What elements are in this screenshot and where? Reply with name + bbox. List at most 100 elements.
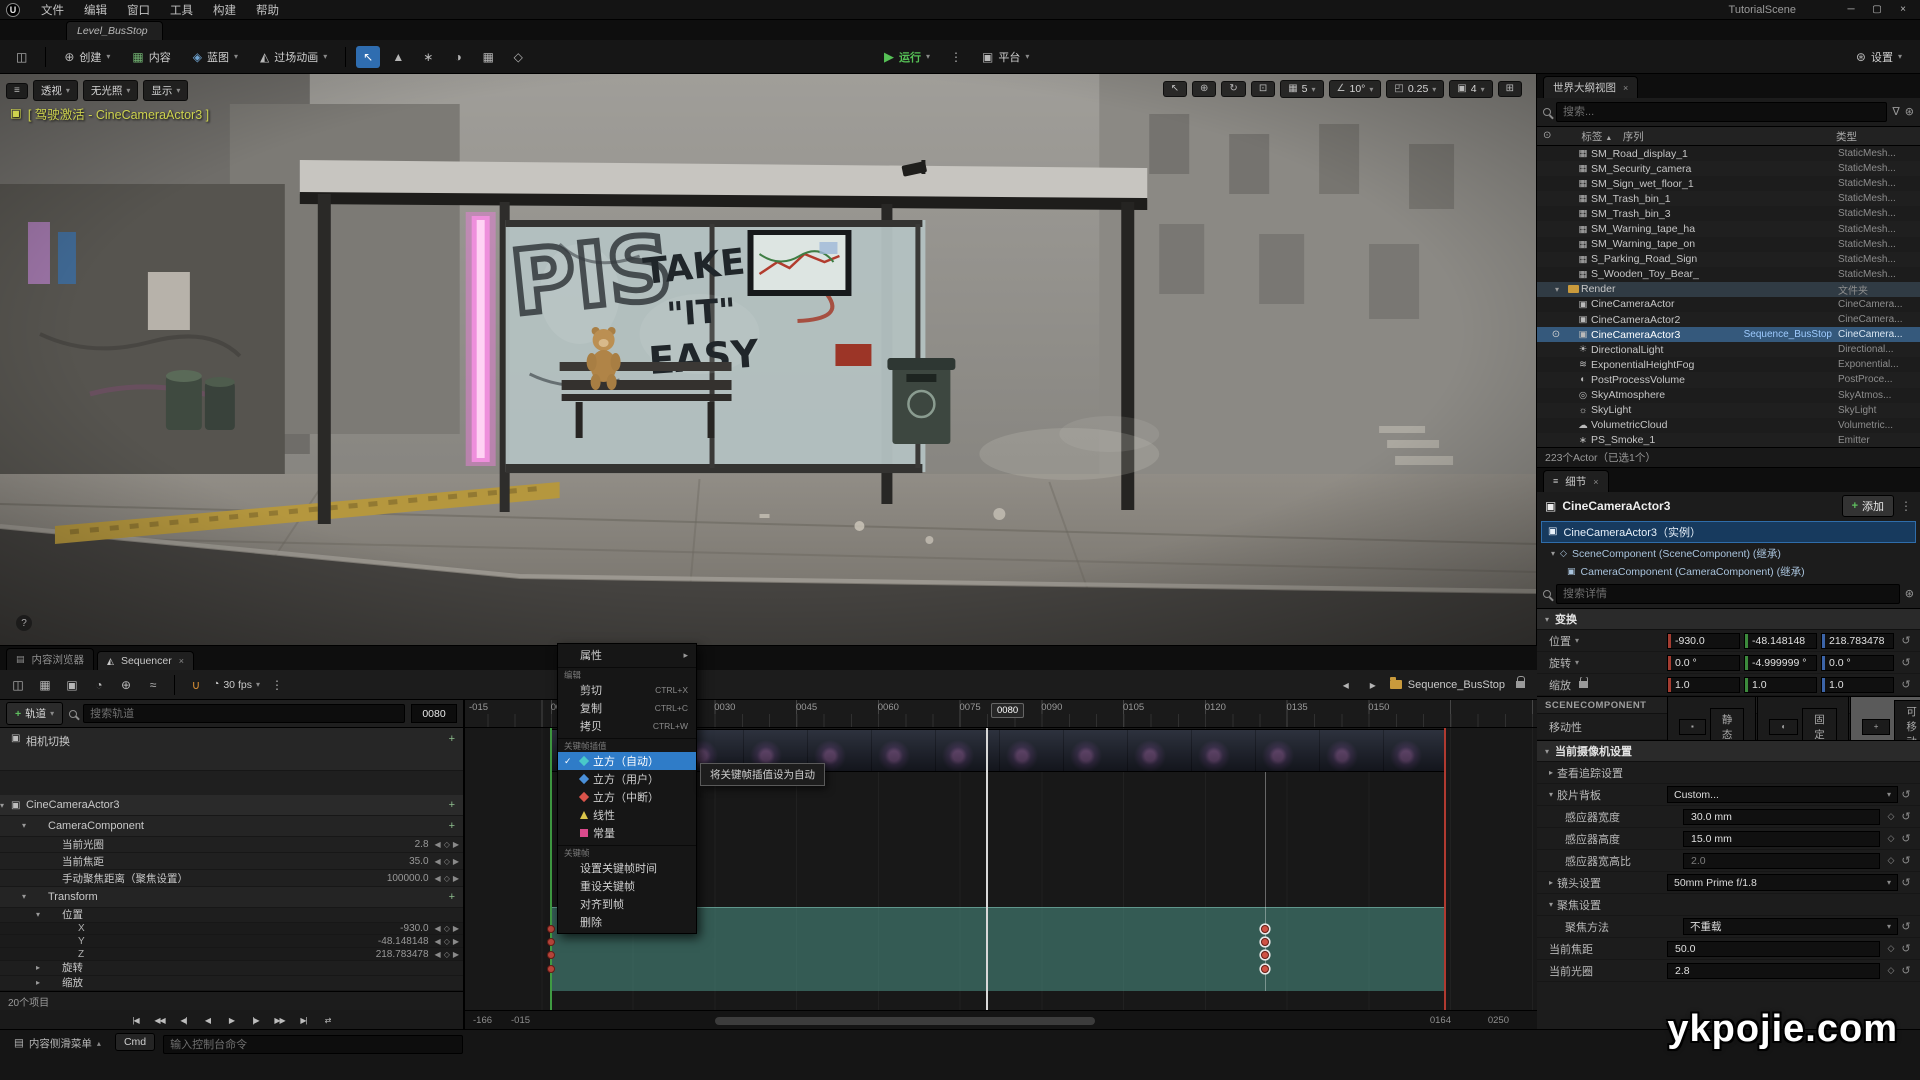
transport-button[interactable]: |◀ [125,1012,147,1028]
selected-keyframe-dot[interactable] [1261,951,1269,959]
transport-button[interactable]: ▶▶ [269,1012,291,1028]
details-view-options-icon[interactable]: ⊛ [1905,589,1914,600]
section-current-camera-settings[interactable]: ▾当前摄像机设置 [1537,740,1920,762]
save-button[interactable]: ◫ [8,47,35,67]
play-button[interactable]: ▶运行▾ [876,45,938,69]
menu-item[interactable]: 帮助 [247,0,288,20]
outliner-row[interactable]: ▣ CineCameraActor2 CineCamera... [1537,312,1920,327]
sort-ascending-icon[interactable]: ▲ [1605,135,1612,142]
track-row[interactable]: ▣ CineCameraActor3 ◀◇▶ + [0,795,463,816]
context-item[interactable]: 拷贝 CTRL+W [558,717,696,735]
lookat-tracking-row[interactable]: ▸查看追踪设置 [1537,762,1920,784]
menu-item[interactable]: 编辑 [75,0,116,20]
context-item[interactable]: 剪切 CTRL+X [558,681,696,699]
working-range-start[interactable]: -166 [473,1015,492,1026]
track-row[interactable]: ▣ 相机切换 ◀◇▶ + [0,728,463,771]
reset-to-default-icon[interactable]: ↺ [1898,810,1914,823]
keyframe-dot[interactable] [547,951,555,959]
reset-to-default-icon[interactable]: ↺ [1898,942,1914,955]
context-item-interpolation[interactable]: 常量 [558,824,696,842]
outliner-row[interactable]: ◐ PostProcessVolume PostProce... [1537,372,1920,387]
track-row[interactable]: Transform ◀◇▶ + [0,887,463,908]
details-options-kebab-icon[interactable]: ⋮ [1900,500,1912,512]
prev-key-icon[interactable]: ◀ [435,950,441,959]
outliner-row[interactable]: ☼ SkyLight SkyLight [1537,403,1920,418]
viewport-perspective-button[interactable]: 透视▾ [33,80,78,101]
filmback-preset-dropdown[interactable]: Custom...▾ [1667,786,1898,803]
track-row[interactable]: 位置 ◀◇▶ + [0,908,463,923]
close-icon[interactable]: × [179,656,184,666]
component-row-scene[interactable]: ▾ ◇ SceneComponent (SceneComponent) (继承) [1537,544,1920,562]
outliner-row[interactable]: ▦ SM_Trash_bin_1 StaticMesh... [1537,191,1920,206]
prev-key-icon[interactable]: ◀ [435,924,441,933]
add-key-icon[interactable]: ◇ [444,874,450,883]
current-focal-length-field[interactable]: 50.0 [1667,941,1880,957]
collapsed-caret-icon[interactable]: ▸ [1549,878,1553,887]
outliner-settings-icon[interactable]: ⊛ [1905,107,1914,118]
track-value[interactable]: 100000.0 [387,873,435,884]
next-key-icon[interactable]: ▶ [453,840,459,849]
save-sequence-icon[interactable]: ◫ [8,675,28,695]
selected-keyframe-dot[interactable] [1261,938,1269,946]
selected-keyframe-dot[interactable] [1261,965,1269,973]
brush-edit-mode-button[interactable]: ◇ [506,46,530,68]
view-range-end[interactable]: 0164 [1430,1015,1451,1026]
add-section-icon[interactable]: + [445,799,459,811]
track-row[interactable]: CameraComponent ◀◇▶ + [0,816,463,837]
render-movie-icon[interactable]: ◔ [89,675,109,695]
tab-content-browser[interactable]: ▤内容浏览器 [6,648,94,670]
next-key-icon[interactable]: ▶ [453,874,459,883]
content-button[interactable]: ▦内容 [124,45,178,69]
playback-range-end-line[interactable] [1444,728,1446,1010]
auto-key-icon[interactable]: ∪ [186,675,206,695]
track-row[interactable]: 当前焦距 35.0 ◀◇▶ + [0,853,463,870]
reset-to-default-icon[interactable]: ↺ [1898,678,1914,691]
create-camera-icon[interactable]: ▣ [62,675,82,695]
lock-icon[interactable] [1516,681,1525,688]
context-item[interactable]: 设置关键帧时间 [558,859,696,877]
viewport-options-button[interactable]: ≡ [6,83,28,99]
track-value[interactable]: -930.0 [400,923,434,934]
select-tool-button[interactable]: ↖ [1163,81,1187,97]
current-aperture-field[interactable]: 2.8 [1667,963,1880,979]
keyframe-dot[interactable] [547,965,555,973]
expanded-caret-icon[interactable]: ▾ [1549,790,1553,799]
visibility-eye-icon[interactable] [1547,329,1565,340]
working-range-end[interactable]: 0250 [1488,1015,1509,1026]
add-section-icon[interactable]: + [445,891,459,903]
track-row[interactable]: 旋转 ◀◇▶ + [0,961,463,976]
help-icon[interactable]: ? [16,615,32,631]
maximize-viewport-button[interactable]: ⊞ [1498,81,1522,97]
track-row[interactable]: 缩放 ◀◇▶ + [0,976,463,991]
add-key-icon[interactable]: ◇ [444,924,450,933]
next-key-icon[interactable]: ▶ [453,924,459,933]
console-command-input[interactable] [163,1035,463,1054]
minimize-button[interactable]: ─ [1840,2,1862,18]
outliner-row[interactable]: ▦ SM_Road_display_1 StaticMesh... [1537,146,1920,161]
mesh-paint-mode-button[interactable]: ◑ [446,46,470,68]
add-key-icon[interactable]: ◇ [444,857,450,866]
context-item[interactable]: 重设关键帧 [558,877,696,895]
browse-sequence-icon[interactable]: ▦ [35,675,55,695]
outliner-row[interactable]: ≋ ExponentialHeightFog Exponential... [1537,357,1920,372]
foliage-mode-button[interactable]: ∗ [416,46,440,68]
keyframe-icon[interactable]: ◇ [1884,943,1898,954]
next-key-icon[interactable]: ▶ [453,857,459,866]
context-item[interactable]: 复制 CTRL+C [558,699,696,717]
outliner-row[interactable]: ▦ SM_Security_camera StaticMesh... [1537,161,1920,176]
context-item-properties[interactable]: 属性 ▸ [558,646,696,664]
close-button[interactable]: × [1892,2,1914,18]
modeling-mode-button[interactable]: ▦ [476,46,500,68]
expand-caret-icon[interactable] [22,821,33,830]
unreal-logo-icon[interactable]: U [6,3,20,17]
transport-button[interactable]: ▶ [221,1012,243,1028]
component-row-camera[interactable]: ▣ CameraComponent (CameraComponent) (继承) [1537,562,1920,580]
add-section-icon[interactable]: + [445,733,459,745]
context-item-interpolation[interactable]: 立方（中断） [558,788,696,806]
close-icon[interactable]: × [1593,477,1598,487]
track-value[interactable]: -48.148148 [378,936,435,947]
reset-to-default-icon[interactable]: ↺ [1898,832,1914,845]
reset-to-default-icon[interactable]: ↺ [1898,876,1914,889]
close-icon[interactable]: × [1623,83,1628,93]
keyframe-icon[interactable]: ◇ [1884,833,1898,844]
